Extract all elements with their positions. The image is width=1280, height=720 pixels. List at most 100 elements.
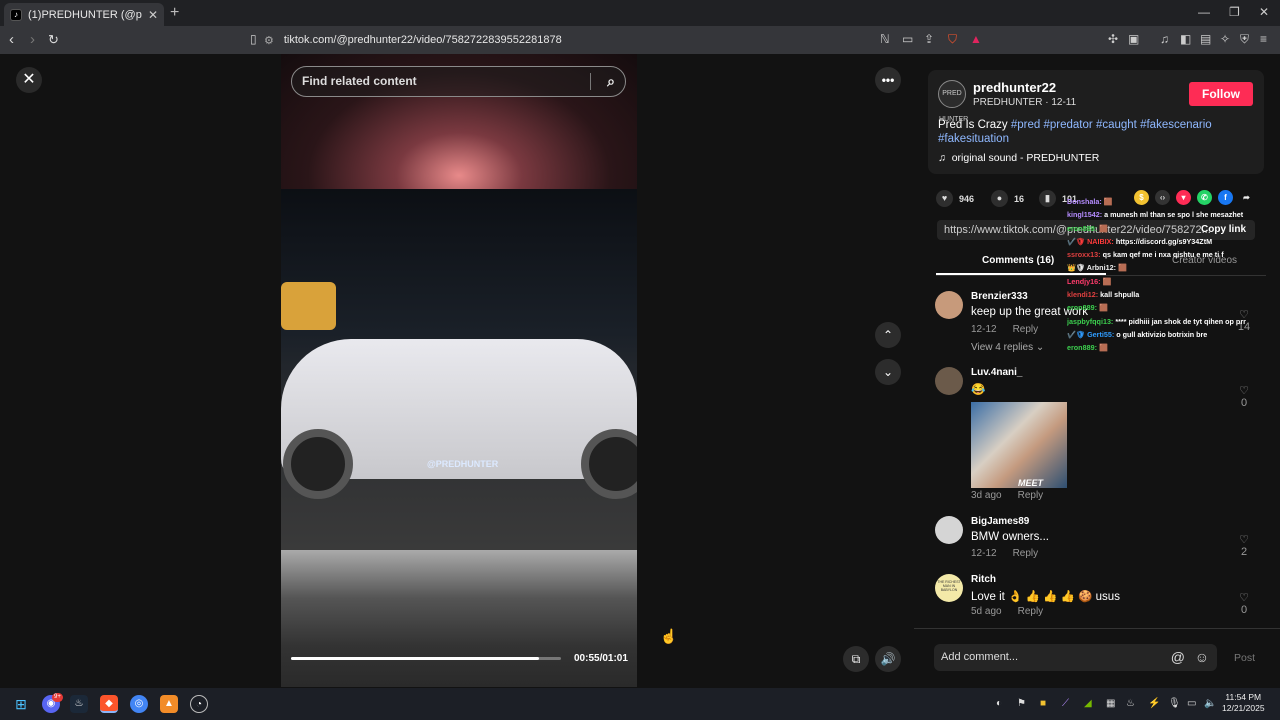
- brave-icon[interactable]: ◆: [100, 695, 118, 713]
- comment-username[interactable]: Luv.4nani_: [971, 367, 1023, 378]
- minimize-button[interactable]: —: [1198, 5, 1210, 19]
- author-avatar[interactable]: PRED HUNTER: [938, 80, 968, 123]
- browser-tab[interactable]: ♪ (1)PREDHUNTER (@predhunt ✕: [4, 3, 164, 26]
- steam-tray-icon[interactable]: ♨: [1126, 698, 1135, 709]
- gif-caption: MEET: [1017, 478, 1043, 488]
- sound-link[interactable]: ♫ original sound - PREDHUNTER: [938, 152, 1099, 164]
- leo-icon[interactable]: ✧: [1220, 32, 1230, 46]
- new-tab-button[interactable]: +: [170, 4, 179, 22]
- search-icon[interactable]: ⌕: [607, 67, 615, 96]
- author-username[interactable]: predhunter22: [973, 80, 1056, 95]
- comment-like-button[interactable]: ♡ 2: [1234, 533, 1254, 558]
- tray-icon[interactable]: ⚑: [1017, 698, 1026, 709]
- tray-icon[interactable]: ▦: [1106, 698, 1115, 709]
- hashtag-link[interactable]: #fakescenario: [1140, 119, 1212, 131]
- chat-text: 🟫: [1117, 263, 1127, 273]
- hashtag-link[interactable]: #pred: [1011, 119, 1040, 131]
- media-icon[interactable]: ♫: [1160, 32, 1169, 46]
- chat-text: a munesh ml than se spo l she mesazhet: [1104, 210, 1244, 220]
- share-page-icon[interactable]: ⇪: [924, 32, 934, 46]
- tray-icon[interactable]: ⚡: [1148, 698, 1160, 709]
- avatar[interactable]: THE RICHEST MAN IN BABYLON: [935, 574, 963, 602]
- translate-icon[interactable]: ℕ: [880, 32, 890, 46]
- author-subline: PREDHUNTER · 12-11: [973, 97, 1077, 108]
- sidebar-icon[interactable]: ◧: [1180, 32, 1191, 46]
- brave-shield-icon[interactable]: ⛉: [948, 32, 957, 47]
- vpn-icon[interactable]: ⛨: [1240, 32, 1249, 47]
- reload-button[interactable]: ↻: [48, 32, 59, 48]
- maximize-button[interactable]: ❐: [1229, 5, 1240, 19]
- microphone-icon[interactable]: 🎙: [1168, 698, 1181, 709]
- brave-rewards-icon[interactable]: ▲: [970, 32, 982, 46]
- video-player[interactable]: @PREDHUNTER Find related content ⌕ 00:55…: [281, 54, 637, 687]
- chat-username: eron889:: [1067, 343, 1099, 353]
- avatar[interactable]: [935, 291, 963, 319]
- avatar[interactable]: [935, 367, 963, 395]
- comment-gif[interactable]: MEET: [971, 402, 1067, 488]
- view-replies-button[interactable]: View 4 replies ⌄: [971, 342, 1044, 353]
- close-icon: ✕: [22, 71, 36, 88]
- search-input[interactable]: Find related content ⌕: [291, 66, 626, 97]
- more-options-button[interactable]: •••: [875, 67, 901, 93]
- pip-button[interactable]: ⧉: [843, 646, 869, 672]
- steam-icon[interactable]: ♨: [70, 695, 88, 713]
- window-close-button[interactable]: ✕: [1259, 5, 1269, 19]
- close-video-button[interactable]: ✕: [16, 67, 42, 93]
- reply-button[interactable]: Reply: [1013, 548, 1039, 559]
- clock-time: 11:54 PM: [1225, 692, 1262, 702]
- tray-icon[interactable]: ■: [1040, 698, 1046, 709]
- avatar[interactable]: [935, 516, 963, 544]
- comment-stat[interactable]: ● 16: [991, 190, 1024, 207]
- emoji-icon[interactable]: ☺: [1195, 644, 1209, 671]
- details-panel: PRED HUNTER predhunter22 PREDHUNTER · 12…: [914, 54, 1280, 687]
- cast-icon[interactable]: ▭: [902, 32, 913, 46]
- reply-button[interactable]: Reply: [1018, 490, 1044, 501]
- tab-comments[interactable]: Comments (16): [982, 255, 1054, 266]
- post-button[interactable]: Post: [1234, 652, 1255, 664]
- reply-button[interactable]: Reply: [1013, 324, 1039, 335]
- hashtag-link[interactable]: #caught: [1096, 119, 1137, 131]
- tray-icon[interactable]: ◐: [996, 698, 1002, 709]
- video-progress-bar[interactable]: [291, 657, 561, 660]
- chat-text: 🟫: [1102, 276, 1112, 286]
- next-video-button[interactable]: ⌄: [875, 359, 901, 385]
- reply-button[interactable]: Reply: [1018, 606, 1044, 617]
- back-button[interactable]: ‹: [9, 31, 14, 48]
- reader-icon[interactable]: ▣: [1128, 32, 1139, 46]
- chevron-down-icon: ⌄: [882, 365, 894, 379]
- comment-like-button[interactable]: ♡ 0: [1234, 384, 1254, 409]
- wallet-icon[interactable]: ▤: [1200, 32, 1211, 46]
- app-icon[interactable]: ◔: [190, 695, 208, 713]
- like-stat[interactable]: ♥ 946: [936, 190, 974, 207]
- windows-start-icon[interactable]: ⊞: [12, 695, 30, 713]
- sound-name: original sound - PREDHUNTER: [951, 152, 1100, 164]
- hashtag-link[interactable]: #fakesituation: [938, 133, 1009, 145]
- comment-like-button[interactable]: ♡ 0: [1234, 591, 1254, 616]
- network-icon[interactable]: ▭: [1187, 698, 1196, 709]
- hashtag-link[interactable]: #predator: [1044, 119, 1093, 131]
- add-comment-input[interactable]: Add comment... @ ☺: [934, 644, 1217, 671]
- mention-icon[interactable]: @: [1171, 644, 1185, 671]
- previous-video-button[interactable]: ⌃: [875, 322, 901, 348]
- menu-icon[interactable]: ≡: [1260, 32, 1267, 46]
- comment-text: BMW owners...: [971, 531, 1049, 543]
- extensions-icon[interactable]: ✣: [1108, 32, 1118, 46]
- forward-button[interactable]: ›: [30, 31, 35, 48]
- close-tab-icon[interactable]: ✕: [148, 8, 158, 22]
- comment-username[interactable]: Ritch: [971, 574, 996, 585]
- taskbar-clock[interactable]: 11:54 PM 12/21/2025: [1222, 692, 1265, 714]
- volume-button[interactable]: 🔊: [875, 646, 901, 672]
- nvidia-icon[interactable]: ◢: [1084, 698, 1092, 709]
- follow-button[interactable]: Follow: [1189, 82, 1253, 106]
- tray-icon[interactable]: ⟋: [1062, 698, 1069, 709]
- comment-username[interactable]: BigJames89: [971, 516, 1029, 527]
- chrome-icon[interactable]: ◎: [130, 695, 148, 713]
- chat-text: 🟫: [1098, 303, 1108, 313]
- app-icon[interactable]: ▲: [160, 695, 178, 713]
- comment-username[interactable]: Brenzier333: [971, 291, 1028, 302]
- tiktok-page: ✕ @PREDHUNTER Find related content ⌕ 00:…: [0, 54, 1280, 687]
- volume-tray-icon[interactable]: 🔈: [1204, 698, 1216, 709]
- site-info-icon[interactable]: ⚙: [264, 34, 274, 47]
- comment-date: 12-12: [971, 548, 997, 559]
- chat-text: 🟫: [1103, 197, 1113, 206]
